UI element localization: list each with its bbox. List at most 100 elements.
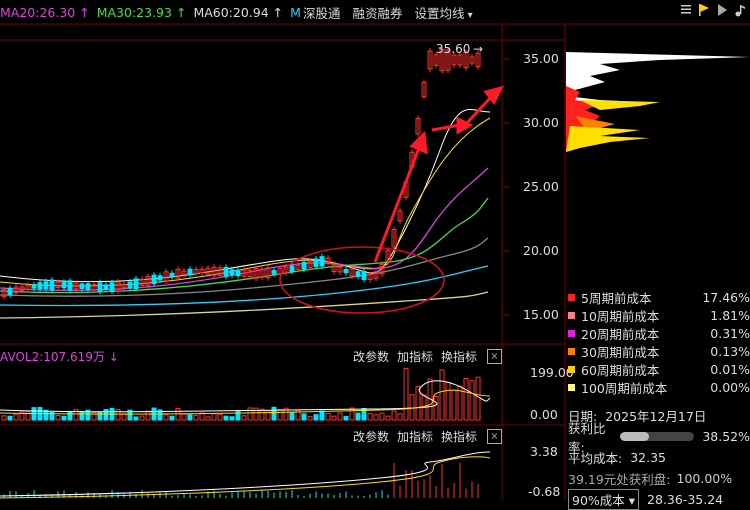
profit-at-row: 39.19元处获利盘: 100.00%: [568, 468, 750, 489]
legend-row: 5周期前成本 17.46%: [568, 288, 750, 306]
legend-label: 30周期前成本: [581, 344, 660, 360]
indicator-panel-header: 改参数 加指标 换指标 ×: [0, 428, 502, 445]
volume-bar: [391, 410, 397, 421]
legend-label: 10周期前成本: [581, 308, 660, 324]
ind-close-button[interactable]: ×: [487, 429, 502, 444]
volume-bar: [25, 410, 31, 421]
volume-bar: [463, 377, 469, 421]
candle: [103, 284, 109, 291]
volume-bar: [187, 414, 193, 421]
vol-switch-indicator-button[interactable]: 换指标: [441, 348, 477, 365]
candle: [97, 282, 103, 293]
candle: [235, 269, 241, 277]
profit-at-value: 100.00%: [676, 471, 733, 486]
ind-axis-min: -0.68: [528, 484, 560, 499]
volume-bar: [145, 410, 151, 421]
cost-legend: 5周期前成本 17.46% 10周期前成本 1.81% 20周期前成本 0.31% 3…: [568, 288, 750, 396]
volume-bar: [55, 414, 61, 421]
candle: [169, 272, 175, 278]
axis-label-30: 30.00: [523, 115, 559, 130]
volume-bar: [13, 413, 19, 421]
profit-ratio-value: 38.52%: [702, 429, 750, 444]
volume-bar: [349, 407, 355, 421]
vol-add-indicator-button[interactable]: 加指标: [397, 348, 433, 365]
volume-bar: [367, 413, 373, 421]
price-axis: 35.00 30.00 25.00 20.00 15.00: [523, 51, 559, 322]
volume-title: AVOL2:107.619万 ↓: [0, 350, 119, 364]
candle: [271, 269, 277, 275]
indicator-line-white: [0, 451, 491, 497]
volume-bar: [343, 415, 349, 421]
volume-bar: [469, 380, 475, 421]
candle: [361, 270, 367, 281]
ind-switch-indicator-button[interactable]: 换指标: [441, 428, 477, 445]
volume-bar: [271, 406, 277, 421]
legend-row: 100周期前成本 0.00%: [568, 378, 750, 396]
volume-bar: [439, 369, 445, 421]
legend-swatch: [568, 347, 575, 355]
avg-cost-label: 平均成本:: [568, 451, 623, 466]
volume-bar: [43, 409, 49, 421]
candle: [67, 280, 73, 291]
volume-bar: [61, 415, 67, 421]
volume-bar: [289, 411, 295, 421]
profit-ratio-bar: [620, 432, 695, 441]
legend-row: 60周期前成本 0.01%: [568, 360, 750, 378]
date-value: 2025年12月17日: [605, 409, 707, 424]
volume-bar: [325, 413, 331, 421]
volume-bar: [121, 413, 127, 421]
volume-bar: [475, 376, 481, 421]
candle: [61, 281, 67, 289]
volume-bar: [409, 394, 415, 421]
volume-bar: [211, 413, 217, 421]
volume-bar: [247, 407, 253, 421]
macd-bars: [3, 462, 479, 498]
volume-bar: [193, 414, 199, 421]
volume-bar: [7, 415, 13, 421]
legend-swatch: [568, 365, 575, 373]
profit-ratio-row: 获利比率: 38.52%: [568, 421, 750, 455]
volume-bar: [229, 416, 235, 421]
volume-bar: [451, 389, 457, 421]
volume-bar: [169, 415, 175, 421]
candle: [319, 256, 325, 267]
legend-label: 5周期前成本: [581, 290, 652, 306]
profit-at-label: 39.19元处获利盘:: [568, 472, 671, 487]
candle: [301, 261, 307, 270]
volume-bar: [313, 414, 319, 421]
ind-edit-params-button[interactable]: 改参数: [353, 428, 389, 445]
candle: [127, 281, 133, 289]
legend-value: 0.31%: [710, 325, 750, 341]
candle: [289, 265, 295, 273]
axis-label-25: 25.00: [523, 179, 559, 194]
candle: [7, 287, 13, 296]
ind-add-indicator-button[interactable]: 加指标: [397, 428, 433, 445]
volume-bar: [301, 413, 307, 421]
volume-bar: [241, 415, 247, 421]
volume-bars: [1, 367, 481, 421]
vol-close-button[interactable]: ×: [487, 349, 502, 364]
volume-panel-header: AVOL2:107.619万 ↓ 改参数 加指标 换指标 ×: [0, 348, 502, 365]
indicator-line-yellow: [0, 456, 491, 499]
legend-value: 1.81%: [710, 307, 750, 323]
vol-edit-params-button[interactable]: 改参数: [353, 348, 389, 365]
volume-bar: [205, 416, 211, 421]
candle: [49, 279, 55, 291]
axis-label-35: 35.00: [523, 51, 559, 66]
avg-cost-value: 32.35: [630, 450, 667, 465]
legend-swatch: [568, 311, 575, 319]
volume-bar: [331, 415, 337, 421]
candle: [79, 283, 85, 290]
volume-bar: [403, 367, 409, 421]
candle: [37, 282, 43, 290]
volume-bar: [307, 416, 313, 421]
candle: [223, 266, 229, 278]
legend-swatch: [568, 329, 575, 337]
volume-bar: [445, 381, 451, 421]
candle: [157, 275, 163, 281]
legend-value: 17.46%: [702, 289, 750, 305]
legend-label: 100周期前成本: [581, 380, 668, 396]
vol-axis-zero: 0.00: [530, 407, 558, 422]
max-price-marker: 35.60: [436, 42, 470, 56]
legend-row: 30周期前成本 0.13%: [568, 342, 750, 360]
